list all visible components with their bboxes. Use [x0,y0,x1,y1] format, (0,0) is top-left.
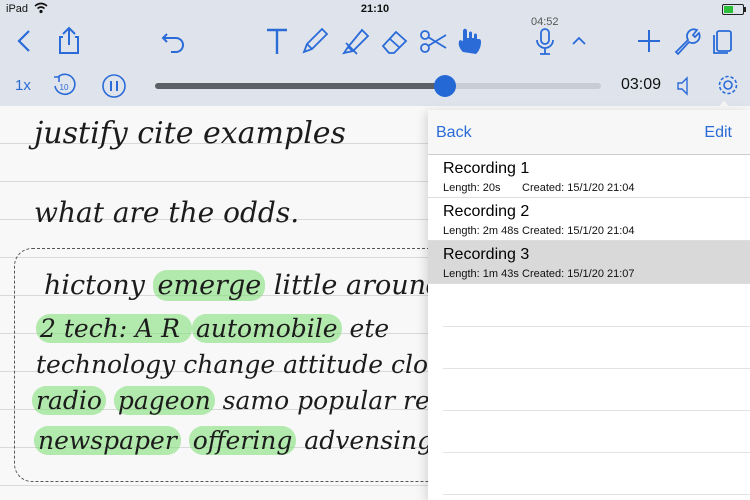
divider [443,368,750,369]
recording-length: Length: 2m 48s [443,225,519,237]
handwriting-text: ete [341,314,390,343]
undo-icon[interactable] [156,24,190,58]
eraser-icon[interactable] [378,24,412,58]
svg-text:10: 10 [60,83,69,92]
recording-length: Length: 20s [443,182,501,194]
popover-nav-bar: Back Edit [428,110,750,155]
clock: 21:10 [360,3,390,15]
highlighter-icon[interactable] [338,24,372,58]
rewind-10-icon[interactable]: 10 [50,72,78,100]
progress-knob[interactable] [433,75,456,97]
recording-title: Recording 2 [443,203,530,220]
highlighted-word: automobile [191,314,342,343]
highlighted-word: pageon [113,386,215,415]
elapsed-time: 03:09 [621,76,662,93]
add-icon[interactable] [632,24,666,58]
handwriting-line: radio pageon samo popular repea [32,386,476,415]
microphone-icon[interactable] [528,24,562,58]
playback-bar: 1x 10 03:09 [0,66,750,106]
highlighted-word: 2 tech: A R [36,314,192,343]
recording-row-selected[interactable]: Recording 3 Length: 1m 43s Created: 15/1… [428,241,750,284]
speaker-icon[interactable] [673,74,697,98]
progress-slider[interactable] [155,75,601,97]
handwriting-text: hictony [44,270,154,301]
hand-icon[interactable] [452,24,486,58]
recording-created: Created: 15/1/20 21:04 [522,182,635,194]
handwriting-line: justify cite examples [34,116,346,151]
recording-title: Recording 3 [443,246,530,263]
back-chevron-icon[interactable] [8,24,42,58]
recording-row[interactable]: Recording 2 Length: 2m 48s Created: 15/1… [428,198,750,241]
share-icon[interactable] [52,24,86,58]
handwriting-text: little around [265,270,444,301]
back-button[interactable]: Back [436,124,472,142]
handwriting-line: 2 tech: A R automobile ete [36,314,389,343]
highlighted-word: offering [188,426,297,455]
recording-title: Recording 1 [443,160,530,177]
battery-icon [722,4,746,15]
handwriting-line: what are the odds. [34,196,300,229]
chevron-up-icon[interactable] [562,24,596,58]
highlighted-word: emerge [153,270,266,301]
progress-fill [155,83,445,89]
speed-button[interactable]: 1x [15,77,31,94]
recording-created: Created: 15/1/20 21:04 [522,225,635,237]
pause-icon[interactable] [100,72,128,100]
recording-length: Length: 1m 43s [443,268,519,280]
highlighted-word: newspaper [34,426,181,455]
handwriting-line: hictony emerge little around [44,270,443,301]
toolbar: 04:52 [0,16,750,66]
recordings-popover: Back Edit Recording 1 Length: 20s Create… [428,110,750,500]
recording-row[interactable]: Recording 1 Length: 20s Created: 15/1/20… [428,155,750,198]
handwriting-line: newspaper offering advensing int [34,426,475,455]
gear-icon[interactable] [714,71,742,99]
pen-icon[interactable] [298,24,332,58]
divider [443,452,750,453]
wrench-icon[interactable] [670,24,704,58]
scissors-icon[interactable] [416,24,450,58]
divider [443,326,750,327]
divider [443,494,750,495]
text-tool-icon[interactable] [260,24,294,58]
pages-icon[interactable] [706,24,740,58]
divider [443,410,750,411]
highlighted-word: radio [32,386,106,415]
status-bar: iPad 21:10 [0,0,750,18]
edit-button[interactable]: Edit [704,124,732,142]
recording-created: Created: 15/1/20 21:07 [522,268,635,280]
